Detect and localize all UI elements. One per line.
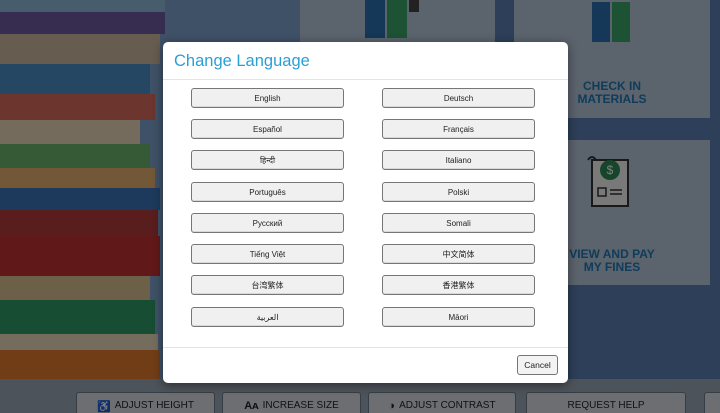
language-option-polski[interactable]: Polski — [382, 182, 535, 202]
language-option-italiano[interactable]: Italiano — [382, 150, 535, 170]
dialog-title: Change Language — [174, 52, 310, 70]
language-option-vietnamese[interactable]: Tiếng Việt — [191, 244, 344, 264]
language-option-francais[interactable]: Français — [382, 119, 535, 139]
language-option-deutsch[interactable]: Deutsch — [382, 88, 535, 108]
cancel-button[interactable]: Cancel — [517, 355, 558, 375]
language-option-maori[interactable]: Māori — [382, 307, 535, 327]
language-option-espanol[interactable]: Español — [191, 119, 344, 139]
language-option-taiwan-traditional[interactable]: 台湾繁体 — [191, 275, 344, 295]
dialog-header-divider — [163, 79, 568, 80]
language-option-hongkong-traditional[interactable]: 香港繁体 — [382, 275, 535, 295]
language-option-english[interactable]: English — [191, 88, 344, 108]
dialog-footer-divider — [163, 347, 568, 348]
language-option-somali[interactable]: Somali — [382, 213, 535, 233]
language-option-hindi[interactable]: हिन्दी — [191, 150, 344, 170]
language-option-chinese-simplified[interactable]: 中文简体 — [382, 244, 535, 264]
change-language-dialog: Change Language English Deutsch Español … — [163, 42, 568, 383]
language-option-arabic[interactable]: العربية — [191, 307, 344, 327]
language-option-portugues[interactable]: Português — [191, 182, 344, 202]
language-option-russian[interactable]: Русский — [191, 213, 344, 233]
